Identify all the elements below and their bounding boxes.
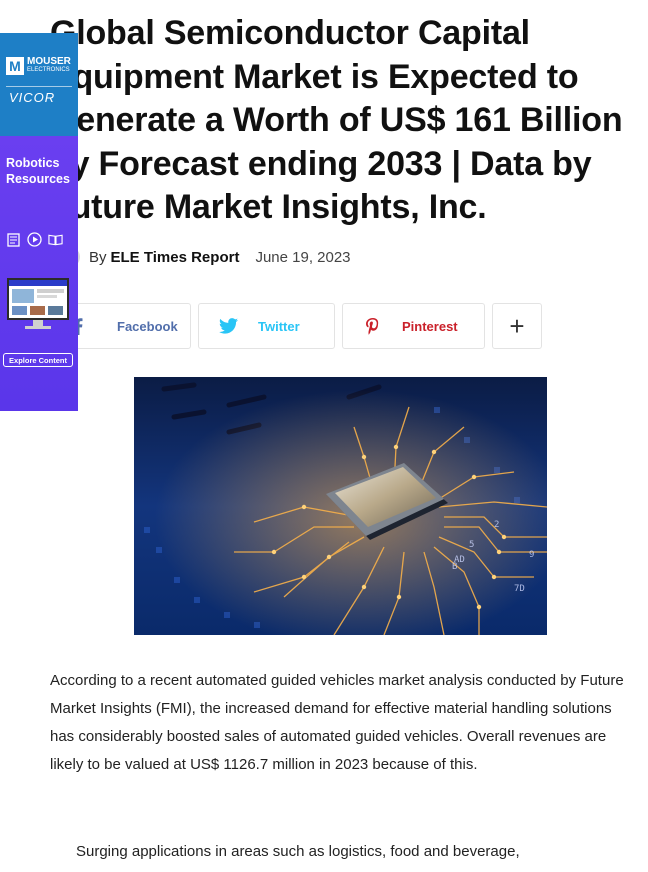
- ad-content-panel: Robotics Resources Explore Content: [0, 136, 78, 411]
- article-hero-image: B52 AD 7D 9: [134, 377, 548, 636]
- article-paragraph-1: According to a recent automated guided v…: [50, 672, 624, 773]
- ad-brand-1-sub: ELECTRONICS: [27, 67, 70, 73]
- ad-monitor-image: [7, 278, 69, 320]
- svg-text:9: 9: [529, 550, 534, 560]
- mouser-logo-mark: M: [6, 57, 24, 75]
- article-title: Global Semiconductor Capital Equipment M…: [50, 14, 623, 226]
- author-link[interactable]: ELE Times Report: [111, 249, 240, 266]
- explore-content-button[interactable]: Explore Content: [3, 353, 73, 367]
- ad-monitor-base: [25, 326, 51, 329]
- twitter-label: Twitter: [258, 318, 300, 334]
- more-share-button[interactable]: +: [492, 303, 542, 349]
- ad-divider: [6, 86, 72, 87]
- play-icon: [27, 232, 42, 247]
- share-bar: Facebook Twitter Pinterest +: [50, 303, 542, 349]
- svg-text:5: 5: [469, 540, 474, 550]
- book-icon: [48, 232, 63, 247]
- pinterest-share-button[interactable]: Pinterest: [342, 303, 485, 349]
- sidebar-advertisement[interactable]: M MOUSER ELECTRONICS VICOR Robotics Reso…: [0, 33, 78, 411]
- by-label: By: [89, 248, 107, 266]
- article-paragraph-2: Surging applications in areas such as lo…: [76, 843, 520, 860]
- svg-text:2: 2: [494, 520, 499, 530]
- publish-date: June 19, 2023: [255, 248, 351, 266]
- ad-brand-2: VICOR: [9, 90, 56, 105]
- pinterest-label: Pinterest: [402, 318, 458, 334]
- twitter-share-button[interactable]: Twitter: [198, 303, 335, 349]
- article-meta: By ELE Times Report June 19, 2023: [60, 246, 351, 268]
- svg-text:AD: AD: [454, 555, 465, 565]
- svg-text:7D: 7D: [514, 584, 525, 594]
- ad-brand-1: MOUSER: [27, 56, 71, 67]
- ad-headline: Robotics Resources: [6, 156, 70, 186]
- circuit-chip-illustration: B52 AD7D9: [134, 377, 548, 636]
- doc-icon: [6, 232, 21, 247]
- ad-icon-row: [6, 232, 63, 247]
- twitter-icon: [215, 318, 241, 334]
- mouser-logo: M MOUSER ELECTRONICS: [6, 57, 71, 75]
- plus-icon: +: [509, 310, 525, 341]
- ad-brand-panel: M MOUSER ELECTRONICS VICOR: [0, 33, 78, 136]
- facebook-label: Facebook: [117, 318, 178, 334]
- pinterest-icon: [359, 317, 385, 335]
